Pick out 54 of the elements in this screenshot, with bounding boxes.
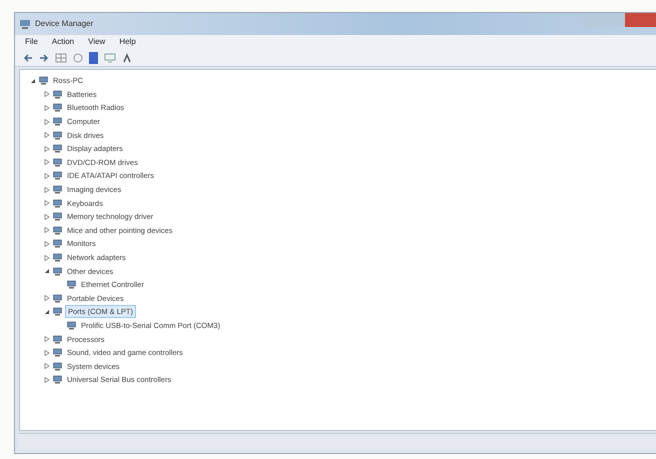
device-icon: [53, 375, 62, 384]
collapse-arrow-icon[interactable]: [44, 308, 50, 315]
expand-arrow-icon[interactable]: [44, 118, 50, 125]
monitor-icon[interactable]: [104, 52, 116, 62]
menu-item[interactable]: Action: [52, 36, 74, 48]
grid-icon[interactable]: [55, 52, 67, 62]
expand-arrow-icon[interactable]: [44, 159, 50, 166]
expand-arrow-icon[interactable]: [44, 214, 50, 220]
device-icon: [53, 103, 62, 112]
expand-arrow-icon[interactable]: [44, 200, 50, 206]
expand-arrow-icon[interactable]: [44, 376, 50, 383]
expand-arrow-icon[interactable]: [44, 240, 50, 247]
forward-arrow-icon[interactable]: [39, 52, 49, 62]
expand-arrow-icon[interactable]: [44, 132, 50, 138]
device-icon: [53, 239, 62, 248]
device-icon: [53, 294, 62, 303]
device-icon: [53, 212, 62, 222]
expand-arrow-icon[interactable]: [44, 336, 50, 342]
collapse-arrow-icon[interactable]: [30, 78, 36, 84]
device-icon: [67, 280, 76, 290]
device-icon: [53, 334, 62, 344]
window-title: Device Manager: [35, 18, 94, 30]
device-icon: [53, 266, 62, 276]
expand-arrow-icon[interactable]: [44, 227, 50, 234]
device-icon: [53, 348, 62, 358]
expand-arrow-icon[interactable]: [44, 350, 50, 356]
menu-item[interactable]: View: [88, 36, 106, 48]
device-icon: [53, 226, 62, 235]
computer-icon: [19, 19, 31, 29]
device-icon: [39, 76, 48, 86]
device-icon: [53, 117, 62, 126]
device-icon: [53, 307, 62, 316]
expand-arrow-icon[interactable]: [44, 186, 50, 193]
device-icon: [53, 144, 62, 154]
device-icon: [67, 320, 76, 330]
device-icon: [53, 171, 62, 180]
expand-arrow-icon[interactable]: [44, 254, 50, 261]
device-icon: [53, 198, 62, 208]
expand-arrow-icon[interactable]: [44, 172, 50, 179]
expand-arrow-icon[interactable]: [44, 146, 50, 152]
menu-item[interactable]: Help: [119, 36, 136, 48]
device-icon: [53, 90, 62, 99]
back-arrow-icon[interactable]: [23, 52, 33, 62]
expand-arrow-icon[interactable]: [44, 363, 50, 370]
expand-arrow-icon[interactable]: [44, 91, 50, 98]
device-icon: [53, 158, 62, 167]
device-icon: [53, 362, 62, 371]
expand-arrow-icon[interactable]: [44, 295, 50, 302]
device-icon: [53, 130, 62, 140]
device-icon: [53, 253, 62, 262]
menu-item[interactable]: File: [25, 36, 38, 48]
expand-arrow-icon[interactable]: [44, 104, 50, 111]
collapse-arrow-icon[interactable]: [44, 268, 50, 274]
device-icon: [53, 185, 62, 194]
